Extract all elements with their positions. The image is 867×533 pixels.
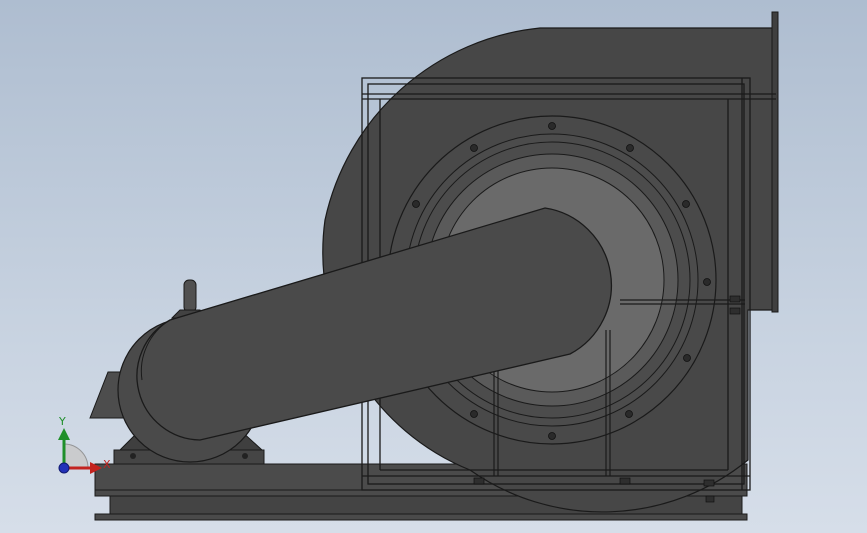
base-bottom-rail xyxy=(94,513,748,521)
triad-z-axis-icon xyxy=(58,462,70,474)
triad-x-label: X xyxy=(103,458,111,471)
coordinate-triad[interactable] xyxy=(58,428,102,474)
triad-y-arrow-icon xyxy=(58,428,70,440)
outlet-flange xyxy=(771,11,779,313)
fan-assembly-model[interactable] xyxy=(0,0,867,533)
triad-y-label: Y xyxy=(59,415,66,428)
cad-viewport[interactable]: Y X xyxy=(0,0,867,533)
